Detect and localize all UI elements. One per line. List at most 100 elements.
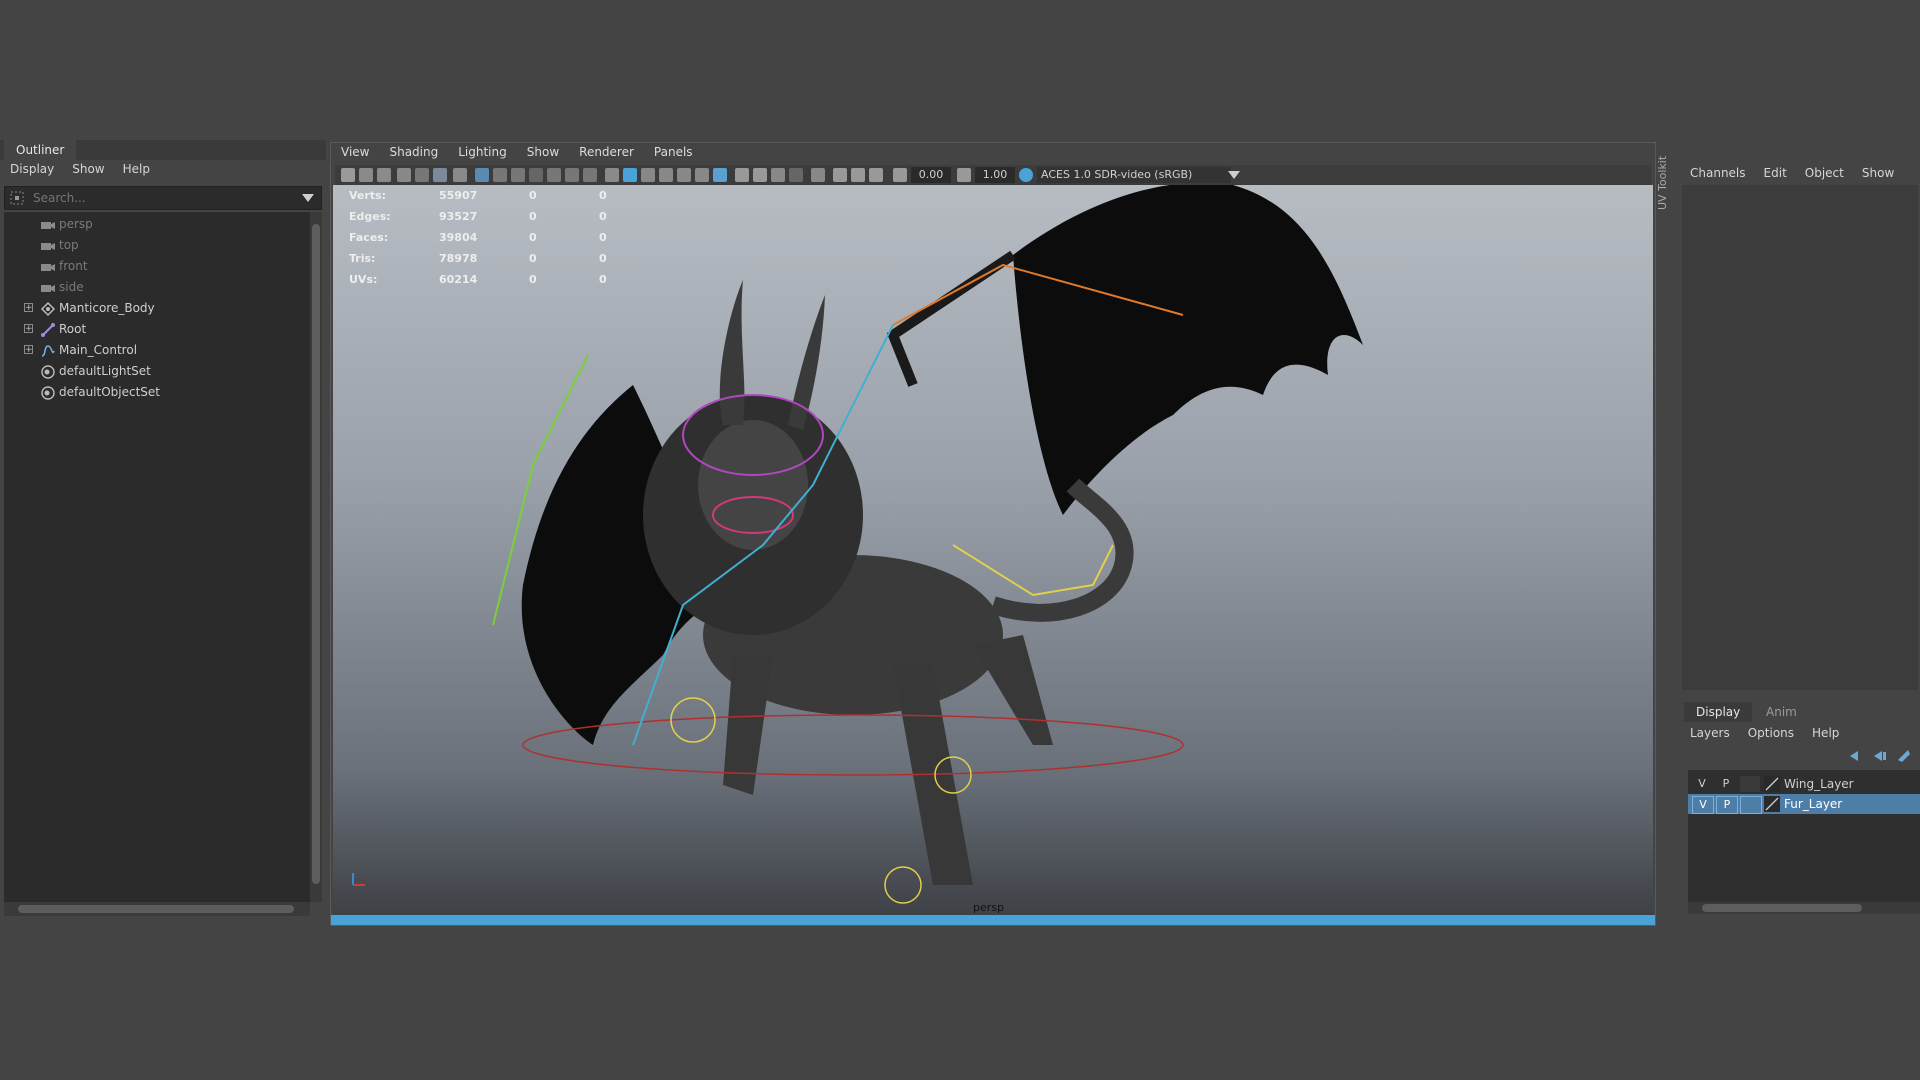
exposure-reset-icon[interactable]	[893, 168, 907, 182]
layer-menu-help[interactable]: Help	[1812, 726, 1839, 740]
wireframe-icon[interactable]	[605, 168, 619, 182]
viewport-panel: View Shading Lighting Show Renderer Pane…	[330, 142, 1656, 926]
camera-icon	[41, 243, 55, 250]
outliner-item-side[interactable]: side	[4, 277, 310, 298]
visibility-toggle[interactable]: V	[1692, 796, 1714, 814]
outliner-vertical-scrollbar[interactable]	[310, 212, 322, 902]
outliner-item-root[interactable]: + Root	[4, 319, 310, 340]
viewport-menu-lighting[interactable]: Lighting	[458, 145, 507, 159]
shadows-icon[interactable]	[695, 168, 709, 182]
layer-menu-options[interactable]: Options	[1748, 726, 1794, 740]
outliner-item-front[interactable]: front	[4, 256, 310, 277]
filter-icon[interactable]	[9, 190, 25, 206]
channel-menu-object[interactable]: Object	[1805, 166, 1844, 180]
layer-tab-anim[interactable]: Anim	[1754, 702, 1809, 722]
depth-of-field-icon[interactable]	[771, 168, 785, 182]
film-gate-icon[interactable]	[493, 168, 507, 182]
chevron-down-icon[interactable]	[301, 193, 315, 203]
layer-menu-layers[interactable]: Layers	[1690, 726, 1730, 740]
exposure-field[interactable]: 0.00	[911, 167, 951, 183]
smooth-shade-icon[interactable]	[623, 168, 637, 182]
image-plane-icon[interactable]	[397, 168, 411, 182]
resolution-gate-icon[interactable]	[511, 168, 525, 182]
manticore-model[interactable]	[333, 185, 1653, 915]
layer-row-fur[interactable]: V P Fur_Layer	[1688, 794, 1920, 814]
outliner-item-default-light-set[interactable]: defaultLightSet	[4, 361, 310, 382]
expand-icon[interactable]: +	[24, 324, 33, 334]
outliner-item-manticore-body[interactable]: + Manticore_Body	[4, 298, 310, 319]
viewport-menu-show[interactable]: Show	[527, 145, 559, 159]
scrollbar-thumb[interactable]	[312, 224, 320, 884]
expand-icon[interactable]: +	[24, 345, 33, 355]
outliner-item-persp[interactable]: persp	[4, 214, 310, 235]
safe-title-icon[interactable]	[583, 168, 597, 182]
xray-joints-icon[interactable]	[851, 168, 865, 182]
playback-toggle[interactable]: P	[1716, 776, 1736, 792]
viewport-toolbar: 0.00 1.00 ACES 1.0 SDR-video (sRGB)	[335, 165, 1651, 185]
gate-mask-icon[interactable]	[529, 168, 543, 182]
layer-tab-display[interactable]: Display	[1684, 702, 1753, 722]
visibility-toggle[interactable]: V	[1692, 776, 1712, 792]
chevron-down-icon[interactable]	[1227, 170, 1241, 180]
layer-row-wing[interactable]: V P Wing_Layer	[1688, 774, 1920, 794]
layer-type-toggle[interactable]	[1740, 796, 1762, 814]
2d-pan-zoom-icon[interactable]	[433, 168, 447, 182]
viewport-canvas[interactable]: Verts: 55907 0 0 Edges: 93527 0 0 Faces:…	[333, 185, 1653, 915]
outliner-menu-display[interactable]: Display	[10, 162, 54, 176]
outliner-item-top[interactable]: top	[4, 235, 310, 256]
select-camera-icon[interactable]	[341, 168, 355, 182]
grease-pencil-icon[interactable]	[415, 168, 429, 182]
outliner-tab[interactable]: Outliner	[4, 140, 77, 160]
backface-culling-icon[interactable]	[869, 168, 883, 182]
outliner-item-label: persp	[59, 217, 93, 231]
grid-icon[interactable]	[475, 168, 489, 182]
field-chart-icon[interactable]	[547, 168, 561, 182]
safe-action-icon[interactable]	[565, 168, 579, 182]
layer-type-toggle[interactable]	[1740, 776, 1760, 792]
xray-icon[interactable]	[811, 168, 825, 182]
outliner-item-default-object-set[interactable]: defaultObjectSet	[4, 382, 310, 403]
viewport-menu-panels[interactable]: Panels	[654, 145, 693, 159]
expand-icon[interactable]: +	[24, 303, 33, 313]
layer-horizontal-scrollbar[interactable]	[1688, 902, 1920, 914]
isolate-select-icon[interactable]	[833, 168, 847, 182]
outliner-horizontal-scrollbar[interactable]	[4, 902, 310, 916]
outliner-menu-show[interactable]: Show	[72, 162, 104, 176]
playback-toggle[interactable]: P	[1716, 796, 1738, 814]
gamma-field[interactable]: 1.00	[975, 167, 1015, 183]
bookmark-icon[interactable]	[377, 168, 391, 182]
outliner-item-main-control[interactable]: + Main_Control	[4, 340, 310, 361]
textured-icon[interactable]	[659, 168, 673, 182]
scrollbar-thumb[interactable]	[18, 905, 294, 913]
motion-blur-icon[interactable]	[735, 168, 749, 182]
viewport-menu-view[interactable]: View	[341, 145, 369, 159]
new-layer-icon[interactable]	[1896, 748, 1912, 762]
scrollbar-thumb[interactable]	[1702, 904, 1862, 912]
main-control-curve[interactable]	[522, 714, 1184, 776]
camera-attributes-icon[interactable]	[359, 168, 373, 182]
default-material-icon[interactable]	[641, 168, 655, 182]
uv-toolkit-tab[interactable]: UV Toolkit	[1656, 148, 1670, 218]
outliner-menu-help[interactable]: Help	[123, 162, 150, 176]
move-layer-down-icon[interactable]	[1872, 750, 1888, 762]
gamma-reset-icon[interactable]	[957, 168, 971, 182]
layer-color-icon[interactable]	[1764, 776, 1780, 792]
hind-foot-control[interactable]	[884, 866, 922, 904]
channel-menu-channels[interactable]: Channels	[1690, 166, 1746, 180]
viewport-menu-shading[interactable]: Shading	[389, 145, 438, 159]
color-management-icon[interactable]	[1019, 168, 1033, 182]
pencil-icon[interactable]	[453, 168, 467, 182]
move-layer-up-icon[interactable]	[1848, 750, 1864, 762]
channel-menu-edit[interactable]: Edit	[1764, 166, 1787, 180]
channel-menu-show[interactable]: Show	[1862, 166, 1894, 180]
layer-color-icon[interactable]	[1764, 796, 1780, 812]
tail-joint-chain	[952, 544, 1114, 597]
hud-icon[interactable]	[789, 168, 803, 182]
color-space-dropdown[interactable]: ACES 1.0 SDR-video (sRGB)	[1037, 167, 1231, 183]
antialiasing-icon[interactable]	[753, 168, 767, 182]
viewport-menu-renderer[interactable]: Renderer	[579, 145, 634, 159]
outliner-search-input[interactable]	[31, 189, 285, 207]
ambient-occlusion-icon[interactable]	[713, 168, 727, 182]
channel-box-panel: Channels Edit Object Show	[1680, 140, 1920, 690]
lights-icon[interactable]	[677, 168, 691, 182]
